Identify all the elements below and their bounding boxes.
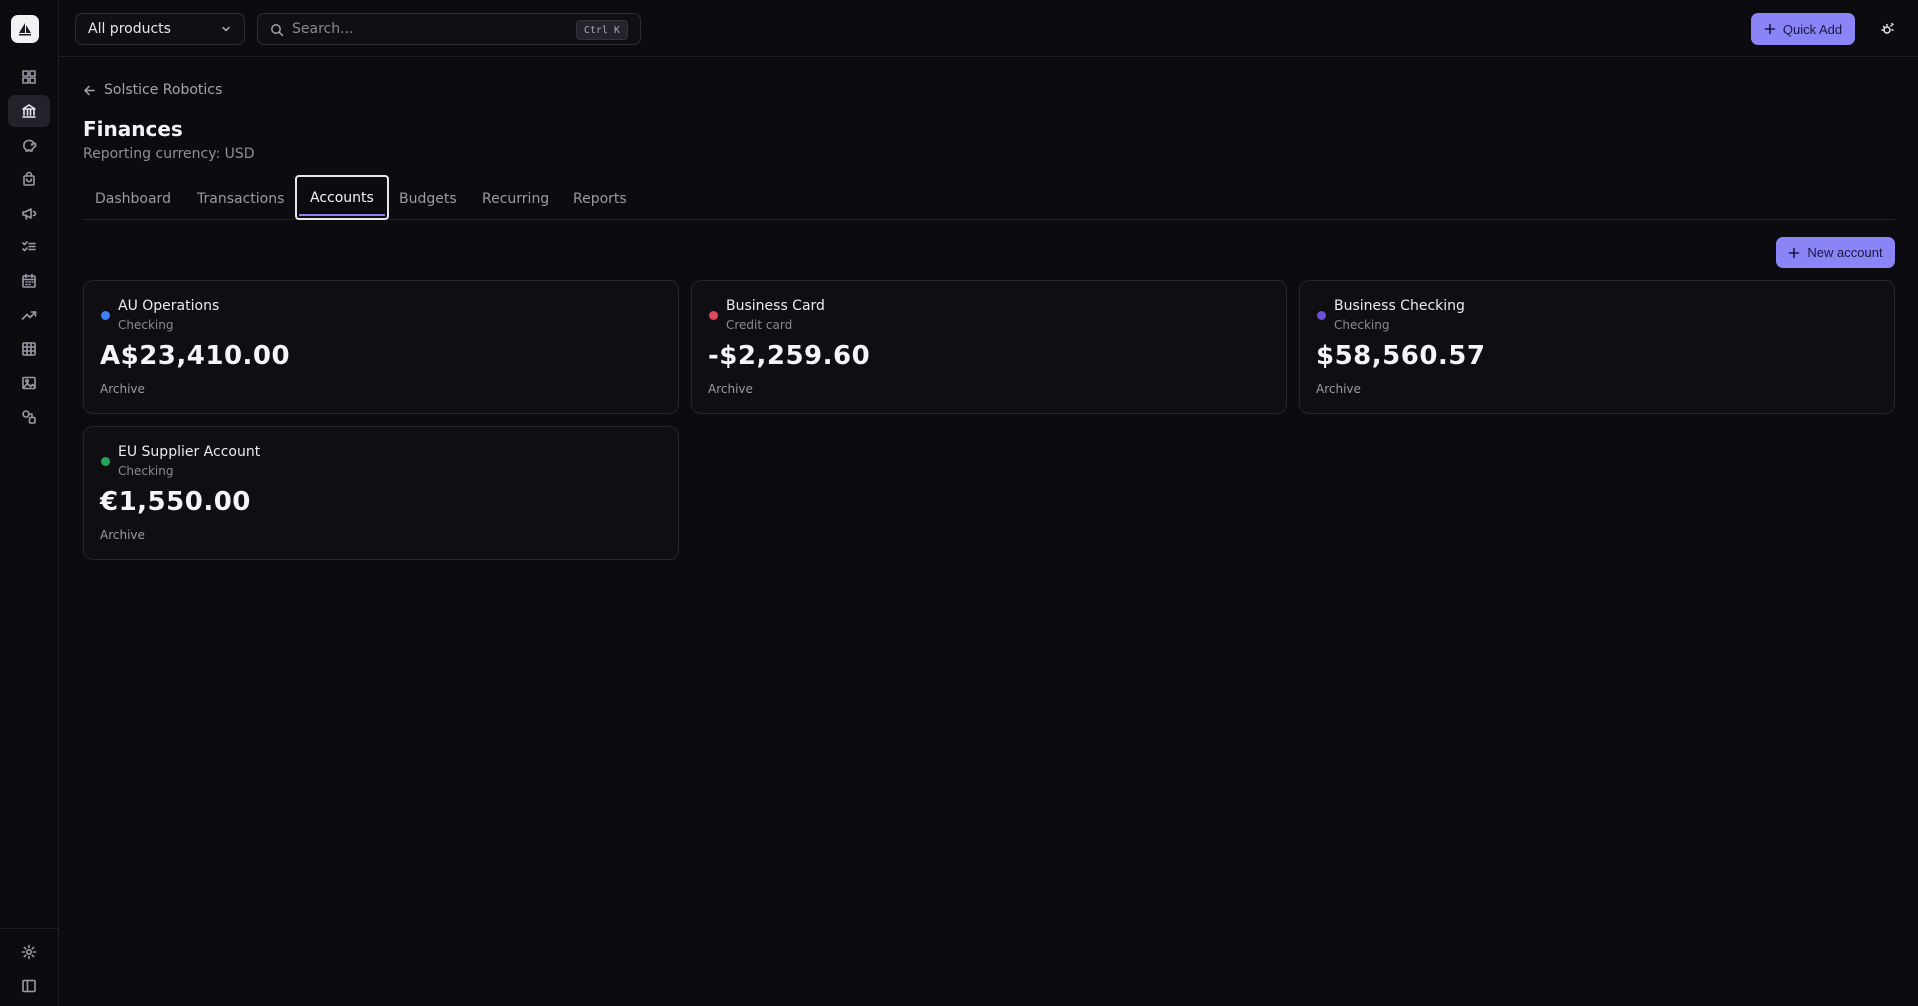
back-link[interactable]: Solstice Robotics [83, 82, 222, 98]
tab-transactions[interactable]: Transactions [197, 177, 284, 220]
account-type: Checking [1334, 318, 1390, 332]
account-balance: €1,550.00 [100, 487, 251, 517]
sidebar-item-savings[interactable] [8, 129, 50, 161]
archive-link[interactable]: Archive [708, 382, 753, 396]
calendar-icon [22, 273, 36, 288]
app: All products Ctrl K Quick Add Solstice R… [0, 0, 1918, 1006]
quick-add-label: Quick Add [1782, 21, 1843, 37]
chevron-down-icon [222, 26, 230, 32]
account-color-dot [1317, 311, 1326, 320]
search-input[interactable] [292, 21, 572, 37]
account-name: AU Operations [118, 298, 220, 314]
account-type: Credit card [726, 318, 793, 332]
tab-accounts[interactable]: Accounts [295, 175, 389, 220]
dashboard-grid-icon [22, 70, 36, 84]
tab-reports[interactable]: Reports [573, 177, 627, 220]
search-icon [271, 24, 284, 37]
sidebar-item-dashboard[interactable] [8, 61, 50, 93]
sidebar-divider [0, 928, 58, 929]
sidebar [0, 0, 59, 1006]
account-card[interactable]: EU Supplier Account Checking €1,550.00 A… [83, 426, 679, 560]
account-name: EU Supplier Account [118, 444, 261, 460]
piggy-bank-icon [23, 139, 37, 152]
shopping-bag-icon [23, 171, 35, 186]
new-account-label: New account [1807, 245, 1883, 260]
page-subtitle: Reporting currency: USD [83, 146, 255, 162]
checklist-icon [22, 241, 36, 252]
sidebar-item-finances[interactable] [8, 95, 50, 127]
sidebar-item-calendar[interactable] [8, 265, 50, 297]
account-name: Business Card [726, 298, 825, 314]
tab-recurring[interactable]: Recurring [482, 177, 549, 220]
archive-link[interactable]: Archive [1316, 382, 1361, 396]
image-icon [22, 376, 36, 390]
tab-dashboard[interactable]: Dashboard [95, 177, 171, 220]
account-card[interactable]: Business Checking Checking $58,560.57 Ar… [1299, 280, 1895, 414]
gear-icon [21, 944, 37, 960]
trending-up-icon [21, 311, 37, 320]
sidebar-panel-icon [22, 979, 36, 993]
product-select-value: All products [88, 21, 171, 37]
sun-moon-icon [1881, 22, 1894, 34]
search-shortcut-badge: Ctrl K [575, 20, 628, 40]
account-balance: -$2,259.60 [708, 341, 871, 371]
theme-toggle[interactable] [1877, 18, 1899, 40]
account-balance: $58,560.57 [1316, 341, 1486, 371]
archive-link[interactable]: Archive [100, 528, 145, 542]
page-title: Finances [83, 117, 183, 141]
table-icon [22, 342, 36, 356]
account-card[interactable]: AU Operations Checking A$23,410.00 Archi… [83, 280, 679, 414]
plus-icon [1789, 247, 1800, 258]
sidebar-item-marketing[interactable] [8, 197, 50, 229]
product-select[interactable]: All products [75, 13, 245, 45]
topbar: All products Ctrl K Quick Add [59, 0, 1918, 57]
sidebar-item-products[interactable] [8, 163, 50, 195]
search-box[interactable]: Ctrl K [257, 13, 641, 45]
account-type: Checking [118, 464, 174, 478]
account-name: Business Checking [1334, 298, 1465, 314]
tab-bar: Dashboard Transactions Accounts Budgets … [83, 175, 1895, 220]
back-link-label: Solstice Robotics [104, 82, 223, 98]
account-card[interactable]: Business Card Credit card -$2,259.60 Arc… [691, 280, 1287, 414]
new-account-button[interactable]: New account [1776, 237, 1895, 268]
account-type: Checking [118, 318, 174, 332]
account-balance: A$23,410.00 [100, 341, 291, 371]
sidebar-item-integrations[interactable] [8, 401, 50, 433]
account-color-dot [101, 457, 110, 466]
shapes-icon [22, 410, 36, 424]
arrow-left-icon [84, 85, 95, 95]
sidebar-item-analytics[interactable] [8, 299, 50, 331]
megaphone-icon [22, 208, 37, 220]
plus-icon [1764, 23, 1776, 35]
sidebar-toggle[interactable] [8, 970, 50, 1002]
tab-budgets[interactable]: Budgets [399, 177, 457, 220]
quick-add-button[interactable]: Quick Add [1751, 13, 1855, 45]
app-logo[interactable] [11, 15, 39, 43]
sidebar-item-tables[interactable] [8, 333, 50, 365]
account-color-dot [709, 311, 718, 320]
sidebar-item-media[interactable] [8, 367, 50, 399]
sidebar-item-settings[interactable] [8, 936, 50, 968]
finances-icon [22, 104, 36, 118]
logo-icon [19, 23, 31, 36]
sidebar-item-tasks[interactable] [8, 231, 50, 263]
archive-link[interactable]: Archive [100, 382, 145, 396]
account-color-dot [101, 311, 110, 320]
